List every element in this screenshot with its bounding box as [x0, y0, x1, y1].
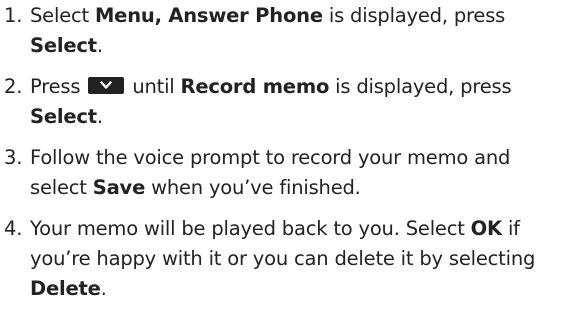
instruction-list: 1. Select Menu, Answer Phone is displayed…	[4, 1, 568, 315]
step-3: 3. Follow the voice prompt to record your…	[4, 143, 568, 203]
step-number: 4.	[4, 217, 23, 240]
record-memo-keyword: Record memo	[180, 75, 330, 98]
step-text: is displayed, press	[329, 75, 512, 98]
step-number: 2.	[4, 75, 23, 98]
step-4: 4. Your memo will be played back to you. …	[4, 214, 568, 304]
step-text: Your memo will be played back to you. Se…	[30, 217, 471, 240]
delete-keyword: Delete	[30, 277, 101, 300]
step-text: Press	[30, 75, 87, 98]
ok-keyword: OK	[470, 217, 502, 240]
step-1: 1. Select Menu, Answer Phone is displayed…	[4, 1, 568, 61]
step-2: 2. Press until Record memo is displayed, …	[4, 72, 568, 132]
select-keyword: Select	[30, 34, 97, 57]
step-number: 1.	[4, 4, 23, 27]
step-text: is displayed, press	[322, 4, 506, 27]
step-text: when you’ve finished.	[145, 176, 361, 199]
step-text: .	[96, 105, 103, 128]
step-text: .	[100, 277, 107, 300]
save-keyword: Save	[92, 176, 146, 199]
select-keyword: Select	[30, 105, 97, 128]
step-text: .	[96, 34, 103, 57]
chevron-down-key-icon	[88, 77, 125, 94]
step-text: Select	[30, 4, 95, 27]
step-text: until	[126, 75, 181, 98]
menu-path: Menu, Answer Phone	[94, 4, 323, 27]
step-number: 3.	[4, 146, 23, 169]
